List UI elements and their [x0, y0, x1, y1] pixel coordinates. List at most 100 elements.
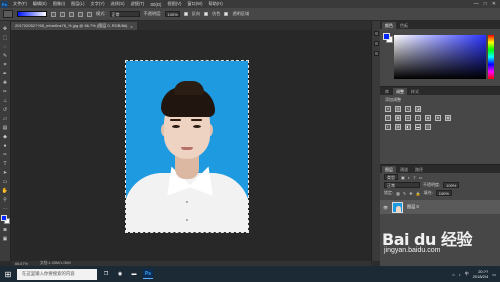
invert-icon[interactable]: ◐: [385, 124, 391, 130]
fill-field[interactable]: 100%: [435, 190, 452, 196]
black-white-icon[interactable]: ◑: [415, 115, 421, 121]
panel-foreground-swatch[interactable]: [383, 33, 390, 40]
exposure-icon[interactable]: ◪: [415, 106, 421, 112]
dither-checkbox[interactable]: [204, 12, 209, 16]
properties-panel-icon[interactable]: [373, 41, 379, 46]
hue-slider[interactable]: [488, 35, 494, 79]
taskbar-clock[interactable]: 20:?? 2018/2/4: [473, 269, 489, 279]
menu-help[interactable]: 帮助(H): [205, 1, 225, 7]
menu-view[interactable]: 视图(V): [164, 1, 184, 7]
tab-layers[interactable]: 图层: [382, 166, 396, 173]
tab-paths[interactable]: 路径: [412, 166, 426, 173]
foreground-color-swatch[interactable]: [0, 215, 7, 221]
clone-stamp-tool-icon[interactable]: ⊥: [2, 97, 9, 104]
close-tab-icon[interactable]: ×: [130, 24, 132, 29]
lock-pixels-icon[interactable]: ▦: [396, 191, 400, 196]
selective-color-icon[interactable]: ◎: [425, 124, 431, 130]
menu-image[interactable]: 图像(I): [50, 1, 68, 7]
blend-mode-select[interactable]: 正常: [384, 182, 420, 188]
marquee-tool-icon[interactable]: ⬚: [2, 34, 9, 41]
path-select-tool-icon[interactable]: ➤: [2, 169, 9, 176]
linear-gradient-icon[interactable]: [51, 11, 56, 17]
minimize-button[interactable]: —: [474, 1, 479, 7]
input-method[interactable]: 中: [465, 271, 469, 277]
menu-file[interactable]: 文件(F): [10, 1, 30, 7]
lock-paint-icon[interactable]: ✎: [403, 191, 406, 196]
transparency-checkbox[interactable]: [224, 12, 229, 16]
filter-adjust-icon[interactable]: ◐: [408, 175, 410, 180]
more-tools-icon[interactable]: ⋯: [2, 205, 9, 212]
dodge-tool-icon[interactable]: ●: [2, 142, 9, 149]
tab-libraries[interactable]: 库: [382, 88, 392, 95]
tool-preset-picker[interactable]: [3, 10, 13, 18]
tab-adjustments[interactable]: 调整: [393, 88, 407, 95]
layer-row[interactable]: 👁 图层 0: [380, 200, 500, 214]
notification-icon[interactable]: ▭: [492, 272, 496, 277]
menu-select[interactable]: 选择(S): [108, 1, 128, 7]
menu-edit[interactable]: 编辑(E): [30, 1, 50, 7]
chrome-icon[interactable]: ◉: [115, 269, 125, 279]
curves-icon[interactable]: ∿: [405, 106, 411, 112]
diamond-gradient-icon[interactable]: [87, 11, 92, 17]
visibility-eye-icon[interactable]: 👁: [383, 205, 388, 210]
lock-all-icon[interactable]: 🔒: [416, 191, 421, 196]
gradient-map-icon[interactable]: ▬: [415, 124, 421, 130]
network-icon[interactable]: ⌂: [452, 272, 454, 277]
lock-position-icon[interactable]: ✥: [409, 191, 412, 196]
color-lookup-icon[interactable]: ▦: [445, 115, 451, 121]
tab-channels[interactable]: 通道: [397, 166, 411, 173]
filter-type-icon[interactable]: T: [413, 175, 415, 180]
color-picker-field[interactable]: [394, 35, 486, 79]
history-panel-icon[interactable]: [373, 31, 379, 36]
menu-type[interactable]: 文字(Y): [88, 1, 108, 7]
reflected-gradient-icon[interactable]: [78, 11, 83, 17]
menu-window[interactable]: 窗口(W): [184, 1, 205, 7]
canvas-area[interactable]: [12, 30, 371, 261]
eraser-tool-icon[interactable]: ▱: [2, 115, 9, 122]
brush-tool-icon[interactable]: ✏: [2, 88, 9, 95]
color-balance-icon[interactable]: ⚖: [405, 115, 411, 121]
tab-styles[interactable]: 样式: [408, 88, 422, 95]
quick-mask-icon[interactable]: ◙: [2, 226, 9, 233]
radial-gradient-icon[interactable]: [60, 11, 65, 17]
screen-mode-icon[interactable]: ▣: [2, 235, 9, 242]
portrait-photo[interactable]: [125, 60, 249, 233]
gradient-swatch[interactable]: [17, 11, 47, 17]
opacity-field[interactable]: 100%: [165, 11, 180, 17]
mode-select[interactable]: 正常: [109, 11, 140, 17]
move-tool-icon[interactable]: ✥: [2, 25, 9, 32]
shape-tool-icon[interactable]: ▭: [2, 178, 9, 185]
eyedropper-tool-icon[interactable]: ✒: [2, 70, 9, 77]
photoshop-taskbar-icon[interactable]: Ps: [143, 269, 153, 279]
vibrance-icon[interactable]: ▽: [385, 115, 391, 121]
layer-opacity-field[interactable]: 100%: [443, 182, 460, 188]
quick-select-tool-icon[interactable]: ✎: [2, 52, 9, 59]
layer-name[interactable]: 图层 0: [407, 204, 419, 210]
layer-kind-filter[interactable]: 类型: [384, 174, 398, 180]
maximize-button[interactable]: □: [484, 1, 487, 7]
crop-tool-icon[interactable]: ⌗: [2, 61, 9, 68]
posterize-icon[interactable]: ▤: [395, 124, 401, 130]
zoom-level[interactable]: 66.67%: [15, 262, 28, 266]
healing-brush-tool-icon[interactable]: ✚: [2, 79, 9, 86]
taskbar-search-box[interactable]: 在这里输入你要搜索的内容: [17, 268, 97, 280]
filter-pixel-icon[interactable]: ▣: [401, 175, 405, 180]
blur-tool-icon[interactable]: ◆: [2, 133, 9, 140]
gradient-tool-icon[interactable]: ▤: [2, 124, 9, 131]
tab-swatches[interactable]: 色板: [397, 22, 411, 29]
photo-filter-icon[interactable]: ◉: [425, 115, 431, 121]
volume-icon[interactable]: ♪: [459, 272, 461, 277]
angle-gradient-icon[interactable]: [69, 11, 74, 17]
character-panel-icon[interactable]: [373, 51, 379, 56]
lasso-tool-icon[interactable]: ◌: [2, 43, 9, 50]
zoom-tool-icon[interactable]: ⚲: [2, 196, 9, 203]
menu-layer[interactable]: 图层(L): [68, 1, 88, 7]
levels-icon[interactable]: ▥: [395, 106, 401, 112]
history-brush-tool-icon[interactable]: ↺: [2, 106, 9, 113]
color-swatches[interactable]: [0, 215, 10, 225]
hand-tool-icon[interactable]: ✋: [2, 187, 9, 194]
channel-mixer-icon[interactable]: ⊕: [435, 115, 441, 121]
folder-icon[interactable]: ▬: [129, 269, 139, 279]
threshold-icon[interactable]: ◧: [405, 124, 411, 130]
pen-tool-icon[interactable]: ✑: [2, 151, 9, 158]
